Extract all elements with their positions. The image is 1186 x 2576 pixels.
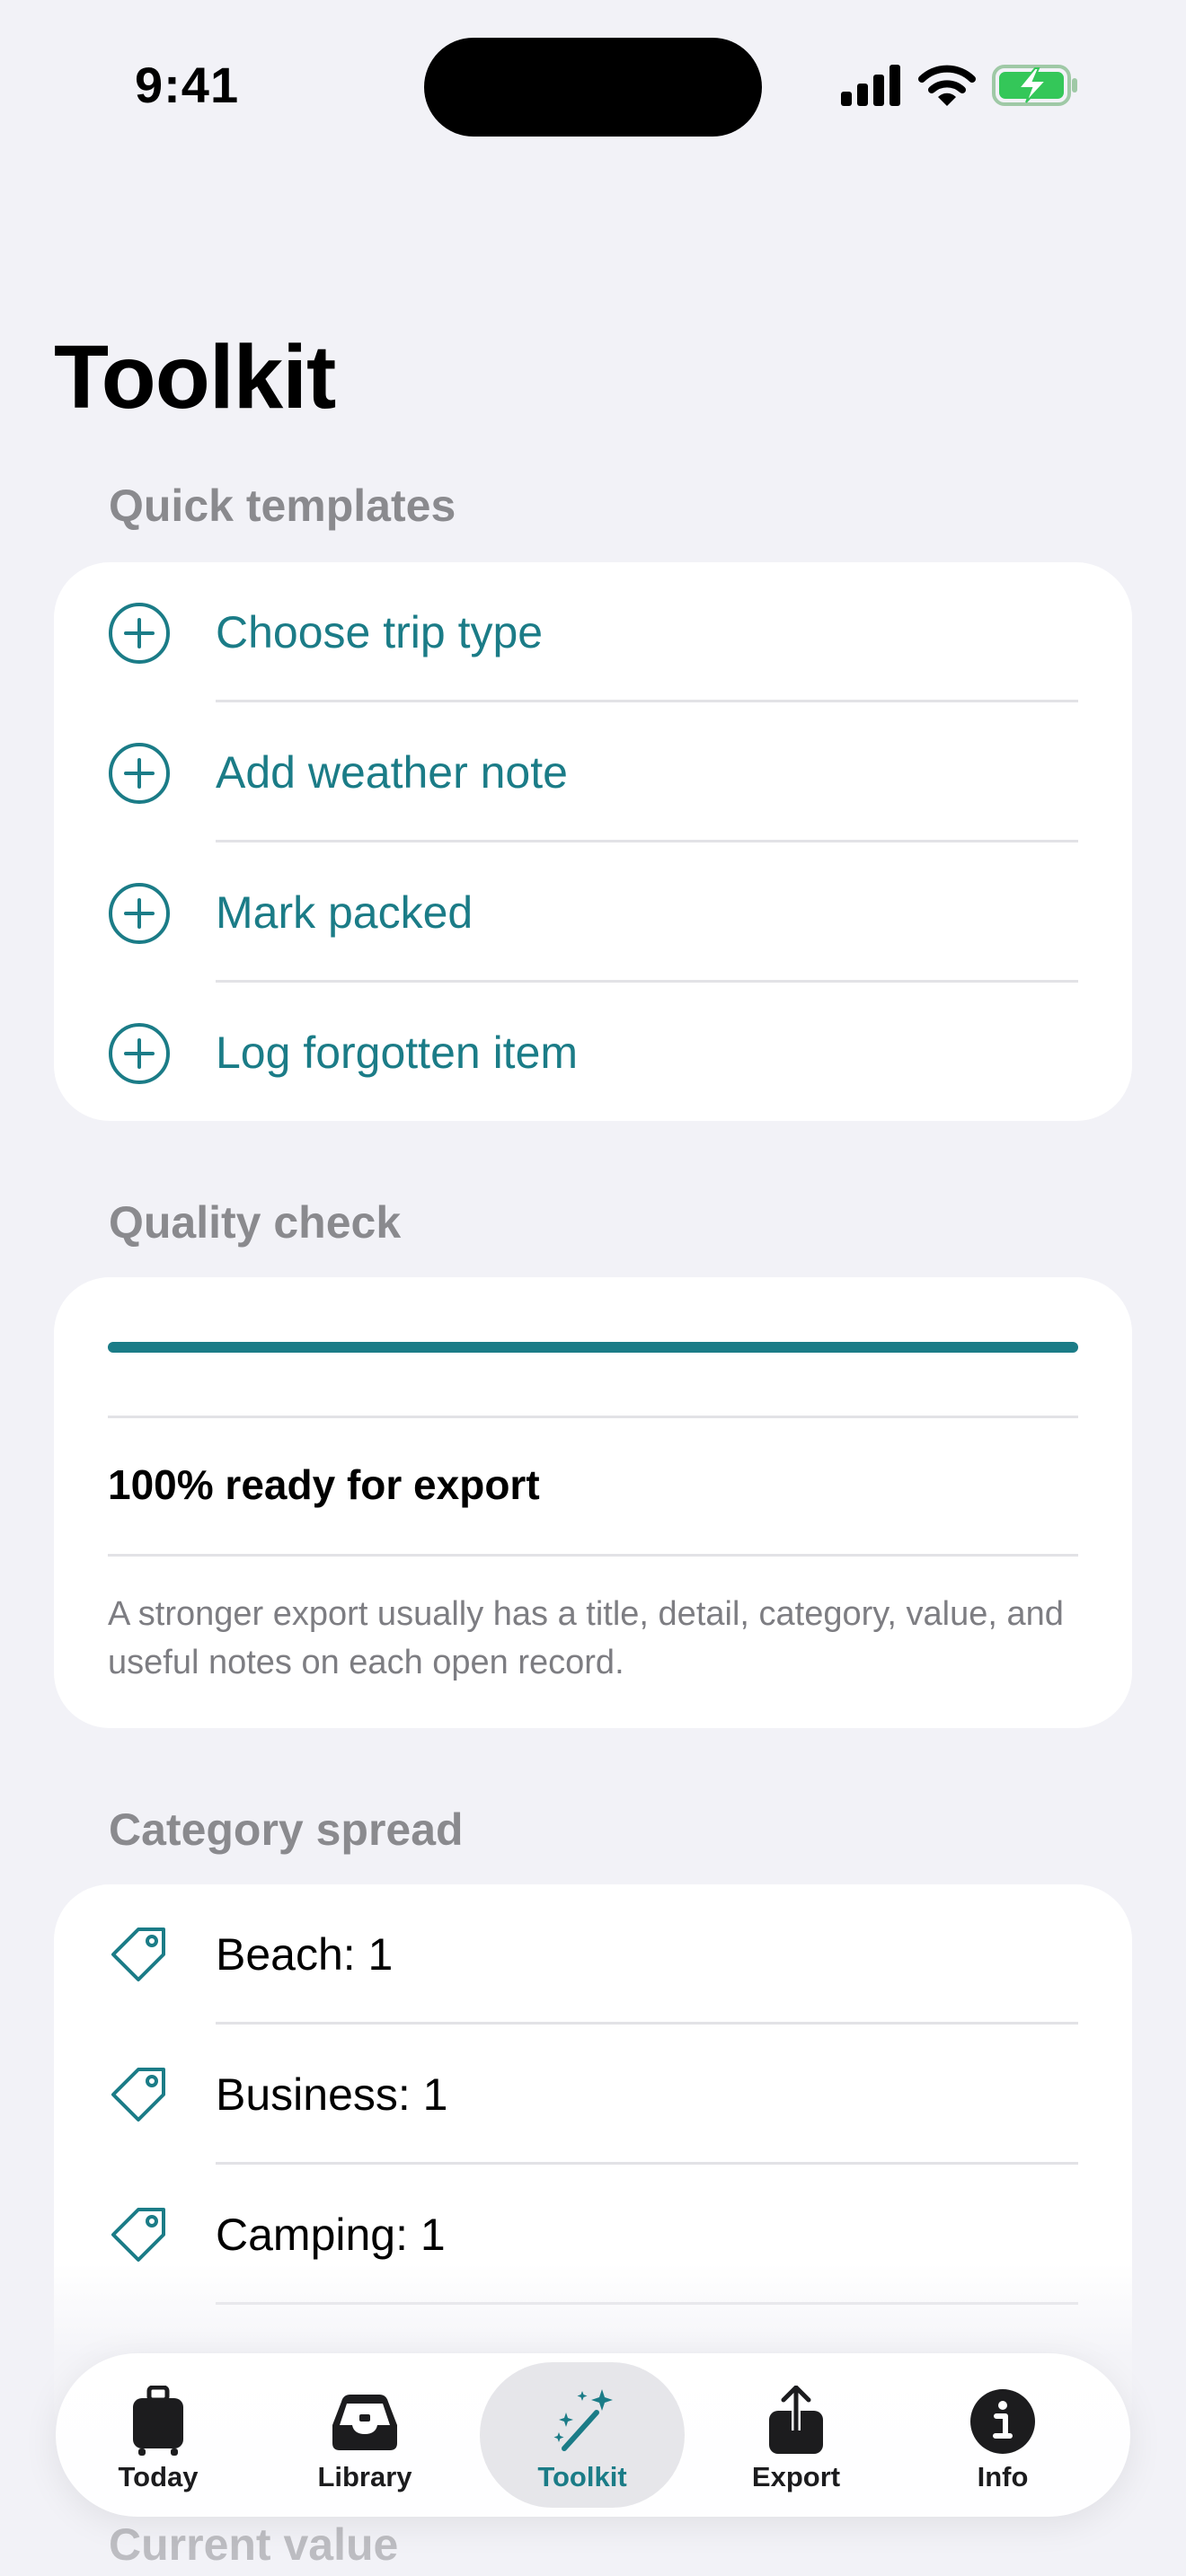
- tag-icon: [111, 1928, 165, 1981]
- quality-check-card: 100% ready for export A stronger export …: [54, 1277, 1132, 1728]
- tab-toolkit[interactable]: Toolkit: [480, 2362, 685, 2508]
- category-label: Business: 1: [216, 2069, 448, 2120]
- tab-label: Today: [118, 2461, 199, 2492]
- share-icon: [769, 2386, 823, 2454]
- template-add-weather-note[interactable]: Add weather note: [54, 702, 1132, 842]
- template-choose-trip-type[interactable]: Choose trip type: [54, 562, 1132, 702]
- category-label: Camping: 1: [216, 2210, 446, 2260]
- plus-circle-icon: [109, 603, 170, 664]
- cellular-signal-icon: [841, 65, 900, 106]
- current-value-header: Current value: [109, 2519, 399, 2570]
- quality-check-header: Quality check: [109, 1197, 402, 1248]
- quality-note: A stronger export usually has a title, d…: [108, 1595, 1064, 1681]
- category-label: Beach: 1: [216, 1929, 394, 1980]
- divider: [108, 1554, 1078, 1557]
- tag-icon: [111, 2208, 165, 2262]
- template-mark-packed[interactable]: Mark packed: [54, 842, 1132, 983]
- template-label: Add weather note: [216, 747, 568, 798]
- tab-export[interactable]: Export: [694, 2362, 898, 2508]
- template-label: Choose trip type: [216, 607, 544, 657]
- tab-label: Export: [751, 2461, 841, 2492]
- suitcase-icon: [133, 2386, 183, 2456]
- dynamic-island: [424, 38, 762, 137]
- quick-templates-header: Quick templates: [109, 481, 456, 531]
- battery-charging-icon: [992, 65, 1077, 106]
- plus-circle-icon: [109, 743, 170, 804]
- export-readiness-progress: [108, 1342, 1078, 1353]
- tag-icon: [111, 2068, 165, 2122]
- category-spread-header: Category spread: [109, 1804, 464, 1855]
- template-label: Mark packed: [216, 887, 474, 938]
- tab-label: Toolkit: [537, 2461, 627, 2492]
- tray-icon: [332, 2395, 397, 2450]
- tab-label: Library: [317, 2461, 412, 2492]
- category-row-business: Business: 1: [54, 2025, 1132, 2165]
- template-log-forgotten-item[interactable]: Log forgotten item: [54, 983, 1132, 1121]
- plus-circle-icon: [109, 1023, 170, 1084]
- tab-today[interactable]: Today: [56, 2362, 261, 2508]
- tab-label: Info: [977, 2461, 1029, 2492]
- tab-library[interactable]: Library: [262, 2362, 467, 2508]
- tab-bar: Today Library Toolkit Export Info: [56, 2353, 1130, 2517]
- page-title: Toolkit: [54, 327, 336, 428]
- readiness-status: 100% ready for export: [108, 1461, 540, 1508]
- tab-info[interactable]: Info: [900, 2362, 1105, 2508]
- category-row-beach: Beach: 1: [54, 1884, 1132, 2025]
- progress-fill: [108, 1342, 1078, 1353]
- template-label: Log forgotten item: [216, 1028, 579, 1078]
- magic-wand-icon: [553, 2389, 613, 2451]
- quick-templates-card: Choose trip type Add weather note Mark p…: [54, 562, 1132, 1121]
- info-icon: [970, 2389, 1035, 2454]
- plus-circle-icon: [109, 883, 170, 944]
- divider: [108, 1416, 1078, 1418]
- status-time: 9:41: [135, 57, 240, 113]
- wifi-icon: [918, 65, 976, 106]
